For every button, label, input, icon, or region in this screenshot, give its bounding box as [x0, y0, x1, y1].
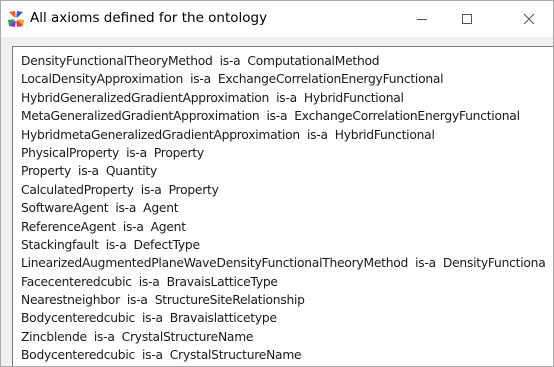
axiom-object: HybridFunctional — [334, 127, 435, 142]
close-button[interactable] — [506, 1, 552, 37]
axiom-line: Zincblende is-a CrystalStructureName — [21, 328, 545, 346]
maximize-button[interactable] — [444, 1, 490, 37]
axiom-relation: is-a — [140, 182, 162, 197]
axiom-line: HybridmetaGeneralizedGradientApproximati… — [21, 126, 545, 144]
axiom-object: ExchangeCorrelationEnergyFunctional — [294, 109, 520, 124]
axiom-object: Agent — [150, 219, 186, 234]
maximize-icon — [462, 14, 472, 24]
axiom-object: StructureSiteRelationship — [154, 293, 305, 308]
axiom-list: DensityFunctionalTheoryMethod is-a Computa… — [21, 52, 546, 365]
axiom-line: Bodycenteredcubic is-a CrystalStructureNam… — [21, 346, 545, 364]
axiom-object: DensityFunctiona — [442, 256, 546, 271]
axiom-relation: is-a — [126, 145, 147, 160]
axiom-relation: is-a — [142, 348, 163, 363]
axiom-object: CrystalStructureName — [169, 348, 302, 363]
axiom-relation: is-a — [115, 201, 137, 216]
axiom-object: DefectType — [133, 237, 201, 252]
axiom-subject: Bodycenteredcubic — [21, 311, 135, 326]
axiom-object: HybridFunctional — [303, 90, 404, 105]
close-icon — [523, 13, 535, 25]
axiom-line: PhysicalProperty is-a Property — [21, 144, 545, 162]
axiom-object: Property — [153, 145, 204, 160]
axiom-relation: is-a — [415, 256, 436, 271]
axiom-subject: LocalDensityApproximation — [21, 72, 184, 87]
axiom-subject: MetaGeneralizedGradientApproximation — [21, 109, 260, 124]
axiom-line: Property is-a Quantity — [21, 162, 545, 180]
axiom-relation: is-a — [93, 329, 115, 344]
axiom-line: LinearizedAugmentedPlaneWaveDensityFunct… — [21, 254, 546, 272]
axiom-relation: is-a — [219, 54, 241, 68]
axiom-line: SoftwareAgent is-a Agent — [21, 199, 545, 217]
axiom-subject: Zincblende — [21, 329, 87, 344]
minimize-icon — [417, 19, 427, 20]
axiom-subject: HybridGeneralizedGradientApproximation — [21, 90, 270, 105]
axiom-line: CalculatedProperty is-a Property — [21, 181, 545, 199]
ontology-app-icon — [8, 11, 24, 27]
axiom-object: BravaisLatticeType — [166, 274, 278, 289]
axiom-line: ReferenceAgent is-a Agent — [21, 218, 545, 236]
axiom-line: Bodycenteredcubic is-a Bravaislatticetype — [21, 309, 545, 327]
axiom-subject: Property — [21, 164, 72, 179]
axiom-object: CrystalStructureName — [121, 329, 254, 344]
axiom-relation: is-a — [266, 109, 288, 124]
axiom-subject: LinearizedAugmentedPlaneWaveDensityFunct… — [21, 256, 409, 271]
axiom-object: Bravaislatticetype — [169, 311, 277, 326]
axioms-window: All axioms defined for the ontology Dens… — [0, 0, 554, 367]
axiom-line: MetaGeneralizedGradientApproximation is-a… — [21, 107, 545, 125]
axiom-subject: Bodycenteredcubic — [21, 348, 135, 363]
axiom-object: Property — [168, 182, 219, 197]
axiom-subject: HybridmetaGeneralizedGradientApproximati… — [21, 127, 300, 142]
axiom-relation: is-a — [126, 293, 148, 308]
axiom-subject: ReferenceAgent — [21, 219, 116, 234]
axiom-relation: is-a — [276, 90, 297, 105]
window-title: All axioms defined for the ontology — [30, 10, 268, 26]
axiom-subject: SoftwareAgent — [21, 201, 109, 216]
axiom-subject: Nearestneighbor — [21, 293, 120, 308]
axiom-relation: is-a — [142, 311, 163, 326]
axiom-object: ExchangeCorrelationEnergyFunctional — [217, 72, 444, 87]
axiom-relation: is-a — [306, 127, 328, 142]
axiom-relation: is-a — [122, 219, 144, 234]
axiom-relation: is-a — [138, 274, 160, 289]
axiom-subject: Stackingfault — [21, 237, 99, 252]
axiom-line: HybridGeneralizedGradientApproximation is… — [21, 89, 545, 107]
axiom-relation: is-a — [190, 72, 211, 87]
axiom-line: DensityFunctionalTheoryMethod is-a Computa… — [21, 52, 545, 70]
title-bar[interactable]: All axioms defined for the ontology — [1, 1, 553, 37]
axiom-line: Nearestneighbor is-a StructureSiteRelation… — [21, 291, 545, 309]
axiom-subject: PhysicalProperty — [21, 145, 120, 160]
axiom-line: Facecenteredcubic is-a BravaisLatticeType — [21, 273, 545, 291]
axiom-object: Quantity — [105, 164, 157, 179]
axiom-line: LocalDensityApproximation is-a ExchangeCor… — [21, 70, 545, 88]
axiom-subject: DensityFunctionalTheoryMethod — [21, 54, 213, 68]
axiom-line: Stackingfault is-a DefectType — [21, 236, 545, 254]
axioms-text-area[interactable]: DensityFunctionalTheoryMethod is-a Computa… — [12, 46, 553, 366]
axiom-subject: Facecenteredcubic — [21, 274, 132, 289]
axiom-relation: is-a — [105, 237, 127, 252]
axiom-object: ComputationalMethod — [247, 54, 380, 68]
axiom-relation: is-a — [78, 164, 99, 179]
minimize-button[interactable] — [399, 1, 445, 37]
axiom-subject: CalculatedProperty — [21, 182, 134, 197]
axiom-object: Agent — [143, 201, 179, 216]
